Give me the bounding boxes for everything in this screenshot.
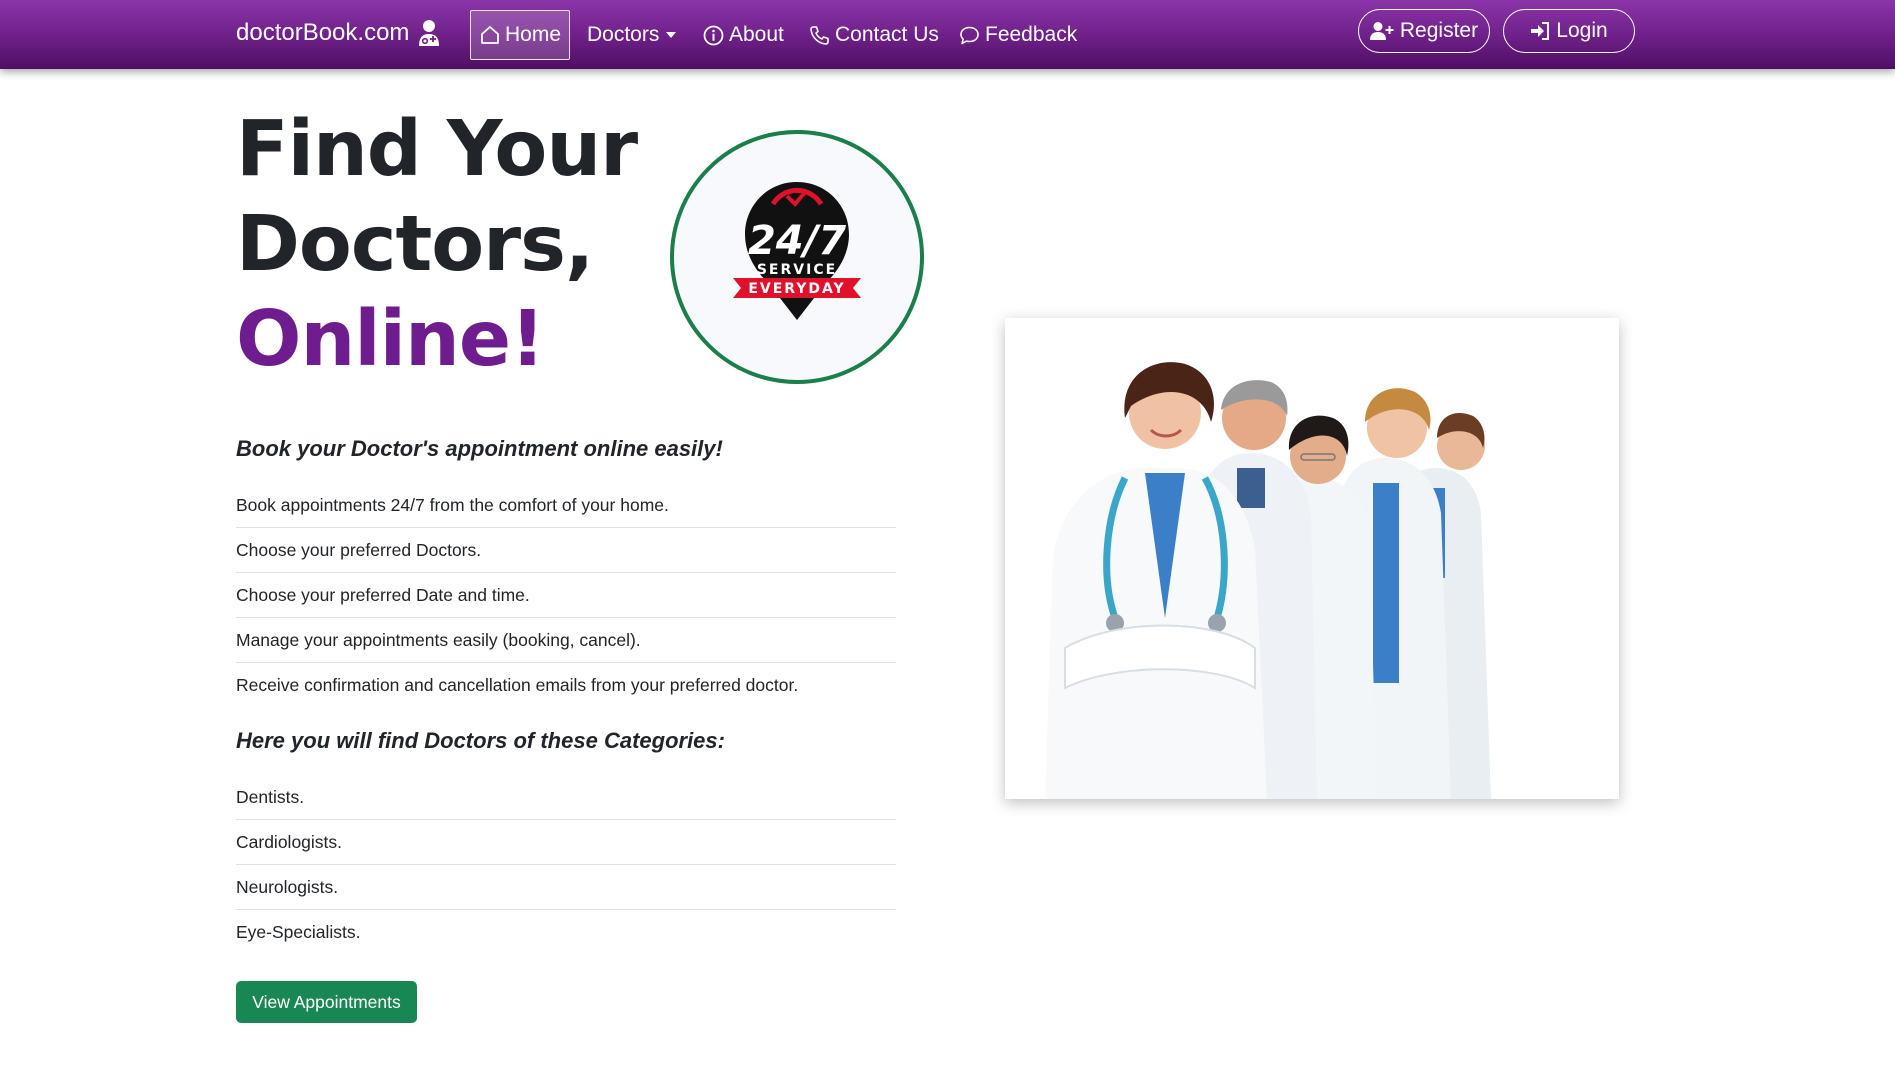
register-label: Register bbox=[1399, 19, 1479, 42]
nav-doctors-dropdown[interactable]: Doctors bbox=[578, 10, 685, 60]
house-icon bbox=[481, 26, 499, 44]
login-arrow-icon bbox=[1531, 22, 1550, 40]
list-item: Neurologists. bbox=[236, 865, 896, 910]
list-item: Receive confirmation and cancellation em… bbox=[236, 675, 799, 695]
nav-feedback[interactable]: Feedback bbox=[950, 10, 1086, 60]
hero-title-line2: Doctors, bbox=[236, 200, 594, 289]
badge-service: SERVICE bbox=[757, 262, 837, 278]
caret-down-icon bbox=[666, 32, 677, 38]
badge-everyday: EVERYDAY bbox=[748, 281, 845, 297]
badge-number: 24/7 bbox=[748, 218, 846, 264]
list-item: Dentists. bbox=[236, 775, 896, 820]
list-item: Cardiologists. bbox=[236, 820, 896, 865]
doctors-photo bbox=[1005, 318, 1619, 799]
brand-link[interactable]: doctorBook.com bbox=[236, 16, 441, 50]
list-item: Book appointments 24/7 from the comfort … bbox=[236, 483, 896, 528]
nav-contact-label: Contact Us bbox=[835, 23, 939, 46]
brand-text: doctorBook.com bbox=[236, 19, 410, 46]
categories-heading: Here you will find Doctors of these Cate… bbox=[236, 728, 725, 753]
hero-title-accent: Online! bbox=[236, 295, 545, 384]
list-item: Eye-Specialists. bbox=[236, 922, 361, 942]
chat-bubble-icon bbox=[960, 26, 979, 44]
features-heading: Book your Doctor's appointment online ea… bbox=[236, 436, 723, 461]
login-button[interactable]: Login bbox=[1503, 9, 1635, 53]
categories-list: Dentists. Cardiologists. Neurologists. E… bbox=[236, 775, 896, 955]
nav-about-label: About bbox=[729, 23, 784, 46]
features-list: Book appointments 24/7 from the comfort … bbox=[236, 483, 896, 708]
person-plus-icon bbox=[1369, 22, 1394, 40]
register-button[interactable]: Register bbox=[1358, 9, 1490, 53]
info-circle-icon bbox=[703, 25, 724, 45]
service-badge: 24/7 SERVICE EVERYDAY bbox=[670, 130, 924, 384]
phone-icon bbox=[810, 25, 829, 45]
nav-about[interactable]: About bbox=[694, 10, 793, 60]
hero-title: Find Your Doctors, Online! bbox=[236, 102, 656, 387]
nav-contact-us[interactable]: Contact Us bbox=[800, 10, 948, 60]
top-navbar: doctorBook.com Home Doctors About Contac… bbox=[0, 0, 1895, 69]
list-item: Choose your preferred Doctors. bbox=[236, 528, 896, 573]
nav-home-label: Home bbox=[505, 23, 562, 46]
doctor-icon bbox=[419, 20, 440, 46]
login-label: Login bbox=[1556, 19, 1608, 42]
list-item: Choose your preferred Date and time. bbox=[236, 573, 896, 618]
view-appointments-button[interactable]: View Appointments bbox=[236, 981, 417, 1023]
nav-feedback-label: Feedback bbox=[985, 23, 1078, 46]
nav-doctors-label: Doctors bbox=[587, 23, 660, 46]
service-24-7-logo: 24/7 SERVICE EVERYDAY bbox=[733, 182, 861, 320]
list-item: Manage your appointments easily (booking… bbox=[236, 618, 896, 663]
doctors-group-illustration bbox=[1005, 318, 1619, 799]
nav-home[interactable]: Home bbox=[470, 10, 570, 60]
hero-title-line1: Find Your bbox=[236, 105, 638, 194]
